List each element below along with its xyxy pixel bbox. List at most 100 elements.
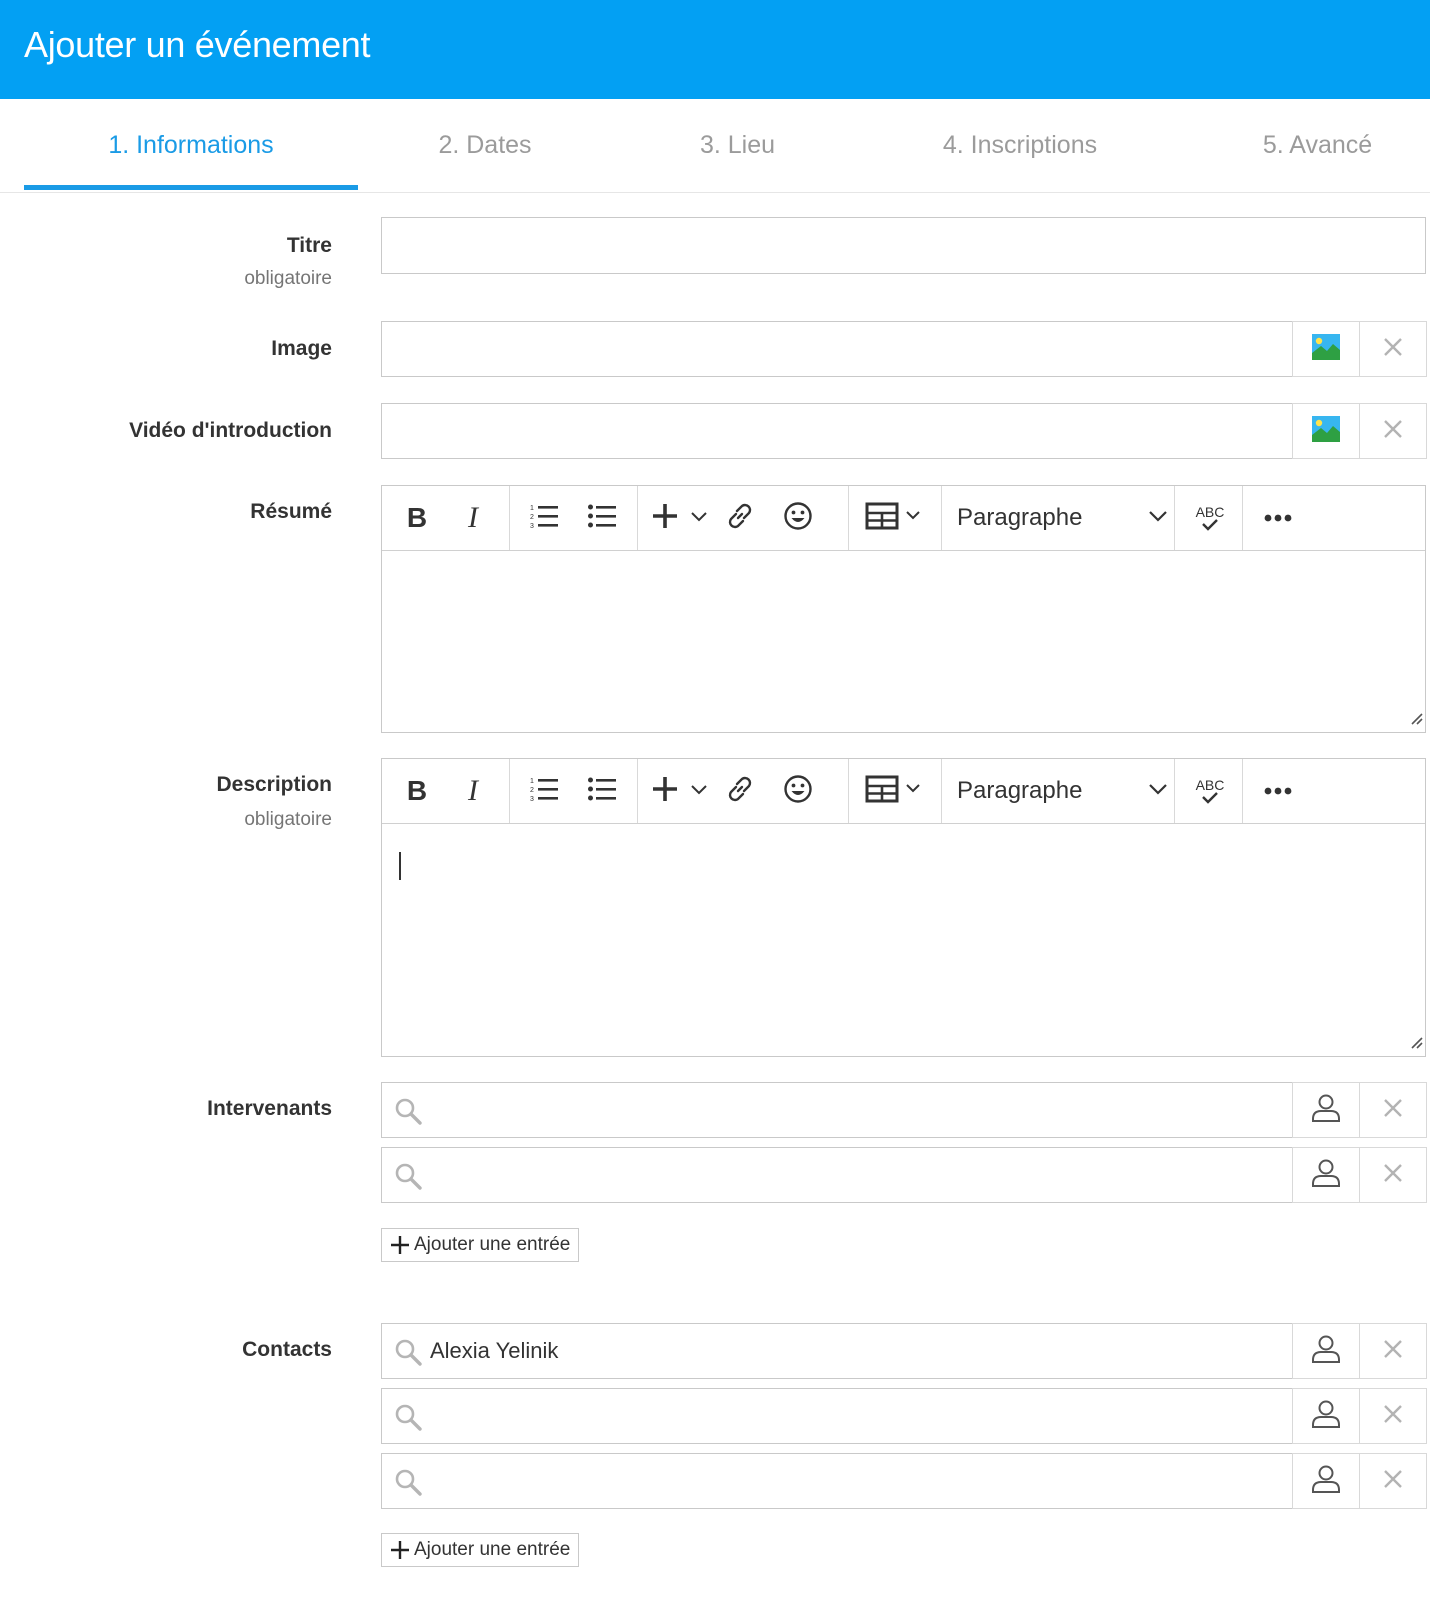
video-clear-button[interactable] bbox=[1359, 403, 1427, 459]
resume-content[interactable] bbox=[382, 551, 1425, 732]
video-label: Vidéo d'introduction bbox=[129, 419, 332, 442]
svg-text:3: 3 bbox=[530, 523, 534, 530]
spellcheck-button[interactable]: ABC bbox=[1188, 767, 1232, 815]
contact-search-input[interactable]: Alexia Yelinik bbox=[381, 1323, 1293, 1379]
format-select[interactable]: Paragraphe bbox=[957, 767, 1167, 815]
svg-text:2: 2 bbox=[530, 787, 534, 794]
user-icon bbox=[1311, 1334, 1341, 1369]
intervenant-user-button[interactable] bbox=[1292, 1082, 1360, 1138]
emoji-icon bbox=[783, 501, 813, 536]
intervenant-search-input[interactable] bbox=[381, 1082, 1293, 1138]
close-icon bbox=[1383, 1404, 1403, 1429]
contact-clear-button[interactable] bbox=[1359, 1323, 1427, 1379]
contact-clear-button[interactable] bbox=[1359, 1453, 1427, 1509]
intervenant-user-button[interactable] bbox=[1292, 1147, 1360, 1203]
svg-text:2: 2 bbox=[530, 514, 534, 521]
close-icon bbox=[1383, 419, 1403, 444]
video-browse-button[interactable] bbox=[1292, 403, 1360, 459]
link-icon bbox=[724, 500, 756, 537]
wizard-tabs: 1. Informations 2. Dates 3. Lieu 4. Insc… bbox=[0, 99, 1430, 193]
search-icon bbox=[394, 1403, 422, 1436]
bullet-list-button[interactable] bbox=[577, 767, 627, 815]
intervenant-clear-button[interactable] bbox=[1359, 1147, 1427, 1203]
contact-user-button[interactable] bbox=[1292, 1388, 1360, 1444]
active-tab-indicator bbox=[24, 185, 358, 190]
image-clear-button[interactable] bbox=[1359, 321, 1427, 377]
image-input[interactable] bbox=[381, 321, 1293, 377]
description-toolbar: B I 123 Paragraphe ABC bbox=[382, 759, 1425, 824]
more-icon bbox=[1264, 509, 1292, 527]
contacts-label: Contacts bbox=[242, 1338, 332, 1361]
emoji-button[interactable] bbox=[776, 767, 820, 815]
more-button[interactable] bbox=[1252, 494, 1304, 542]
video-input[interactable] bbox=[381, 403, 1293, 459]
spellcheck-label: ABC bbox=[1195, 504, 1225, 520]
contact-clear-button[interactable] bbox=[1359, 1388, 1427, 1444]
user-icon bbox=[1311, 1158, 1341, 1193]
intervenant-search-input[interactable] bbox=[381, 1147, 1293, 1203]
insert-dropdown-button[interactable] bbox=[685, 494, 713, 542]
link-icon bbox=[724, 773, 756, 810]
table-button[interactable] bbox=[856, 767, 932, 815]
insert-button[interactable] bbox=[645, 767, 685, 815]
tab-dates[interactable]: 2. Dates bbox=[385, 99, 585, 192]
format-select[interactable]: Paragraphe bbox=[957, 494, 1167, 542]
tab-lieu[interactable]: 3. Lieu bbox=[640, 99, 835, 192]
contact-user-button[interactable] bbox=[1292, 1323, 1360, 1379]
bullet-list-icon bbox=[588, 502, 616, 535]
italic-icon: I bbox=[468, 501, 478, 534]
user-icon bbox=[1311, 1464, 1341, 1499]
close-icon bbox=[1383, 337, 1403, 362]
bullet-list-button[interactable] bbox=[577, 494, 627, 542]
description-editor: B I 123 Paragraphe ABC bbox=[381, 758, 1426, 1057]
bold-button[interactable]: B bbox=[392, 767, 442, 815]
insert-dropdown-button[interactable] bbox=[685, 767, 713, 815]
search-icon bbox=[394, 1338, 422, 1371]
description-required: obligatoire bbox=[244, 809, 332, 830]
italic-button[interactable]: I bbox=[448, 494, 498, 542]
link-button[interactable] bbox=[718, 494, 762, 542]
ordered-list-button[interactable]: 1 2 3 bbox=[519, 767, 569, 815]
search-icon bbox=[394, 1162, 422, 1195]
contact-user-button[interactable] bbox=[1292, 1453, 1360, 1509]
format-select-value: Paragraphe bbox=[957, 504, 1083, 531]
add-intervenant-button[interactable]: Ajouter une entrée bbox=[381, 1228, 580, 1262]
contact-search-input[interactable] bbox=[381, 1453, 1293, 1509]
ordered-list-button[interactable]: 1 2 3 bbox=[519, 494, 569, 542]
spellcheck-icon: ABC bbox=[1196, 778, 1224, 804]
italic-button[interactable]: I bbox=[448, 767, 498, 815]
add-contact-button[interactable]: Ajouter une entrée bbox=[381, 1533, 580, 1567]
table-icon bbox=[865, 775, 923, 808]
image-browse-button[interactable] bbox=[1292, 321, 1360, 377]
tab-informations[interactable]: 1. Informations bbox=[24, 99, 358, 192]
table-icon bbox=[865, 502, 923, 535]
tab-inscriptions[interactable]: 4. Inscriptions bbox=[895, 99, 1145, 192]
close-icon bbox=[1383, 1098, 1403, 1123]
chevron-down-icon bbox=[691, 509, 707, 527]
image-label: Image bbox=[271, 337, 332, 360]
search-icon bbox=[394, 1097, 422, 1130]
emoji-button[interactable] bbox=[776, 494, 820, 542]
more-button[interactable] bbox=[1252, 767, 1304, 815]
chevron-down-icon bbox=[1149, 509, 1167, 527]
link-button[interactable] bbox=[718, 767, 762, 815]
tab-avance[interactable]: 5. Avancé bbox=[1215, 99, 1420, 192]
resume-label: Résumé bbox=[250, 500, 332, 523]
table-button[interactable] bbox=[856, 494, 932, 542]
spellcheck-button[interactable]: ABC bbox=[1188, 494, 1232, 542]
user-icon bbox=[1311, 1093, 1341, 1128]
chevron-down-icon bbox=[691, 782, 707, 800]
titre-input[interactable] bbox=[381, 217, 1426, 274]
add-intervenant-label: Ajouter une entrée bbox=[414, 1234, 571, 1255]
svg-text:1: 1 bbox=[530, 505, 534, 512]
more-icon bbox=[1264, 782, 1292, 800]
insert-button[interactable] bbox=[645, 494, 685, 542]
bullet-list-icon bbox=[588, 775, 616, 808]
resize-grip-icon[interactable] bbox=[1409, 1035, 1423, 1054]
resize-grip-icon[interactable] bbox=[1409, 711, 1423, 730]
description-content[interactable] bbox=[382, 824, 1425, 1056]
bold-button[interactable]: B bbox=[392, 494, 442, 542]
insert-plus-icon bbox=[653, 503, 677, 533]
contact-search-input[interactable] bbox=[381, 1388, 1293, 1444]
intervenant-clear-button[interactable] bbox=[1359, 1082, 1427, 1138]
